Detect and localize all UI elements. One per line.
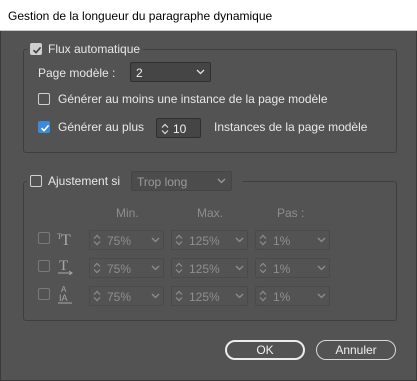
- stepper-arrows-icon[interactable]: [93, 234, 101, 246]
- svg-text:IA: IA: [59, 293, 68, 303]
- max-spinner[interactable]: 125%: [171, 258, 248, 278]
- stepper-arrows-icon[interactable]: [259, 262, 267, 274]
- pas-spinner[interactable]: 1%: [255, 230, 330, 250]
- stepper-arrows-icon[interactable]: [93, 290, 101, 302]
- text-scale-icon: T T: [57, 232, 71, 247]
- pas-value: 1%: [273, 290, 291, 304]
- ok-button[interactable]: OK: [225, 340, 305, 360]
- pas-spinner[interactable]: 1%: [255, 286, 330, 306]
- col-max-header: Max.: [197, 206, 224, 220]
- stepper-arrows-icon[interactable]: [175, 290, 183, 302]
- row-checkbox[interactable]: [38, 260, 50, 272]
- chevron-down-icon: [151, 293, 160, 299]
- generer-max-stepper[interactable]: 10: [156, 118, 201, 138]
- stepper-arrows-icon[interactable]: [161, 123, 169, 135]
- chevron-down-icon: [317, 237, 326, 243]
- max-spinner[interactable]: 125%: [171, 286, 248, 306]
- instances-label: Instances de la page modèle: [214, 120, 368, 134]
- ajustement-legend: Ajustement si Trop long: [27, 170, 243, 192]
- min-value: 75%: [107, 234, 132, 248]
- col-pas-header: Pas :: [277, 206, 305, 220]
- title-bar: Gestion de la longueur du paragraphe dyn…: [0, 0, 417, 31]
- ajustement-condition-value: Trop long: [137, 175, 188, 189]
- pas-value: 1%: [273, 262, 291, 276]
- pas-value: 1%: [273, 234, 291, 248]
- chevron-down-icon: [196, 69, 205, 75]
- dialog-body: Flux automatique Page modèle : 2 Générer…: [0, 31, 417, 381]
- chevron-down-icon: [151, 237, 160, 243]
- generer-min-label: Générer au moins une instance de la page…: [58, 92, 328, 106]
- chevron-down-icon: [235, 265, 244, 271]
- generer-min-checkbox[interactable]: [38, 93, 50, 105]
- tracking-icon: A IA: [58, 285, 72, 304]
- ajustement-checkbox[interactable]: [30, 175, 42, 187]
- page-modele-select[interactable]: 2: [130, 62, 211, 82]
- stepper-arrows-icon[interactable]: [259, 234, 267, 246]
- max-value: 125%: [189, 262, 220, 276]
- generer-max-value: 10: [173, 122, 187, 136]
- chevron-down-icon: [217, 178, 226, 184]
- min-spinner[interactable]: 75%: [89, 230, 164, 250]
- generer-max-label: Générer au plus: [58, 120, 145, 134]
- max-value: 125%: [189, 234, 220, 248]
- stepper-arrows-icon[interactable]: [259, 290, 267, 302]
- chevron-down-icon: [151, 265, 160, 271]
- min-spinner[interactable]: 75%: [89, 258, 164, 278]
- flux-label: Flux automatique: [48, 42, 141, 56]
- page-modele-value: 2: [136, 66, 143, 80]
- col-min-header: Min.: [116, 206, 139, 220]
- generer-max-checkbox[interactable]: [38, 121, 50, 133]
- stepper-arrows-icon[interactable]: [175, 262, 183, 274]
- min-value: 75%: [107, 262, 132, 276]
- max-value: 125%: [189, 290, 220, 304]
- row-checkbox[interactable]: [38, 232, 50, 244]
- cancel-button[interactable]: Annuler: [316, 340, 396, 360]
- window-title: Gestion de la longueur du paragraphe dyn…: [8, 9, 273, 23]
- max-spinner[interactable]: 125%: [171, 230, 248, 250]
- row-checkbox[interactable]: [38, 288, 50, 300]
- svg-text:T: T: [61, 232, 71, 247]
- svg-text:T: T: [57, 232, 62, 241]
- text-horizontal-scale-icon: T: [58, 258, 73, 275]
- ajustement-label: Ajustement si: [48, 174, 121, 188]
- flux-legend[interactable]: Flux automatique: [27, 41, 144, 57]
- flux-checkbox[interactable]: [30, 43, 42, 55]
- stepper-arrows-icon[interactable]: [93, 262, 101, 274]
- chevron-down-icon: [235, 293, 244, 299]
- pas-spinner[interactable]: 1%: [255, 258, 330, 278]
- ajustement-condition-select[interactable]: Trop long: [131, 171, 232, 191]
- chevron-down-icon: [317, 293, 326, 299]
- min-spinner[interactable]: 75%: [89, 286, 164, 306]
- min-value: 75%: [107, 290, 132, 304]
- stepper-arrows-icon[interactable]: [175, 234, 183, 246]
- chevron-down-icon: [317, 265, 326, 271]
- page-modele-label: Page modèle :: [38, 66, 116, 80]
- svg-text:T: T: [59, 258, 68, 274]
- chevron-down-icon: [235, 237, 244, 243]
